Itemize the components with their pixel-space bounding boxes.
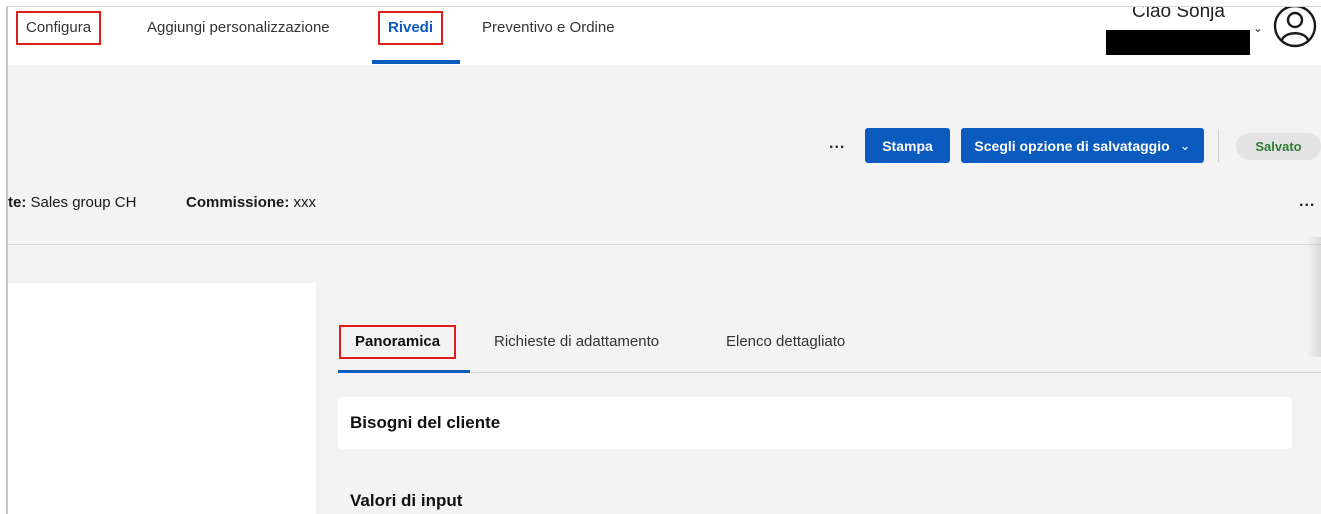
tab-detailed-list[interactable]: Elenco dettagliato (726, 325, 845, 359)
top-navigation: Configura Aggiungi personalizzazione Riv… (8, 7, 1321, 65)
save-option-label: Scegli opzione di salvataggio (974, 137, 1170, 154)
client-info: te: Sales group CH (8, 194, 136, 211)
client-label: te: (8, 194, 27, 211)
commission-value: xxx (293, 194, 317, 211)
toolbar-more-button[interactable]: ... (829, 135, 845, 153)
save-option-dropdown[interactable]: Scegli opzione di salvataggio ⌄ (961, 128, 1204, 163)
nav-step-quote-order[interactable]: Preventivo e Ordine (482, 11, 615, 45)
nav-step-review[interactable]: Rivedi (378, 11, 444, 45)
commission-label: Commissione: (186, 194, 290, 211)
commission-info: Commissione: xxx (186, 194, 316, 211)
active-tab-indicator (338, 370, 470, 373)
user-circle-icon[interactable] (1272, 6, 1318, 49)
active-step-indicator (372, 60, 460, 64)
tab-bar-divider (338, 372, 1321, 373)
chevron-down-icon[interactable]: ⌄ (1253, 21, 1263, 35)
print-button-label: Stampa (882, 137, 933, 154)
app-window: Configura Aggiungi personalizzazione Riv… (6, 6, 1321, 514)
user-greeting[interactable]: Ciao Sonja (1132, 7, 1225, 23)
print-button[interactable]: Stampa (865, 128, 950, 163)
chevron-down-icon: ⌄ (1179, 137, 1191, 153)
nav-step-configure[interactable]: Configura (16, 11, 102, 45)
tab-adaptation-requests[interactable]: Richieste di adattamento (494, 325, 659, 359)
left-side-panel (8, 283, 316, 514)
section-divider (8, 244, 1321, 245)
toolbar-divider (1218, 129, 1219, 162)
saved-status-badge: Salvato (1236, 133, 1321, 160)
input-values-heading: Valori di input (350, 491, 463, 510)
nav-step-customize[interactable]: Aggiungi personalizzazione (147, 11, 330, 45)
customer-needs-title: Bisogni del cliente (350, 413, 501, 432)
info-more-button[interactable]: ... (1299, 193, 1315, 211)
edge-shadow (1307, 237, 1321, 357)
redacted-user-info (1106, 30, 1250, 55)
client-value: Sales group CH (30, 194, 137, 211)
customer-needs-card[interactable]: Bisogni del cliente (338, 397, 1292, 449)
tab-overview[interactable]: Panoramica (339, 325, 457, 359)
